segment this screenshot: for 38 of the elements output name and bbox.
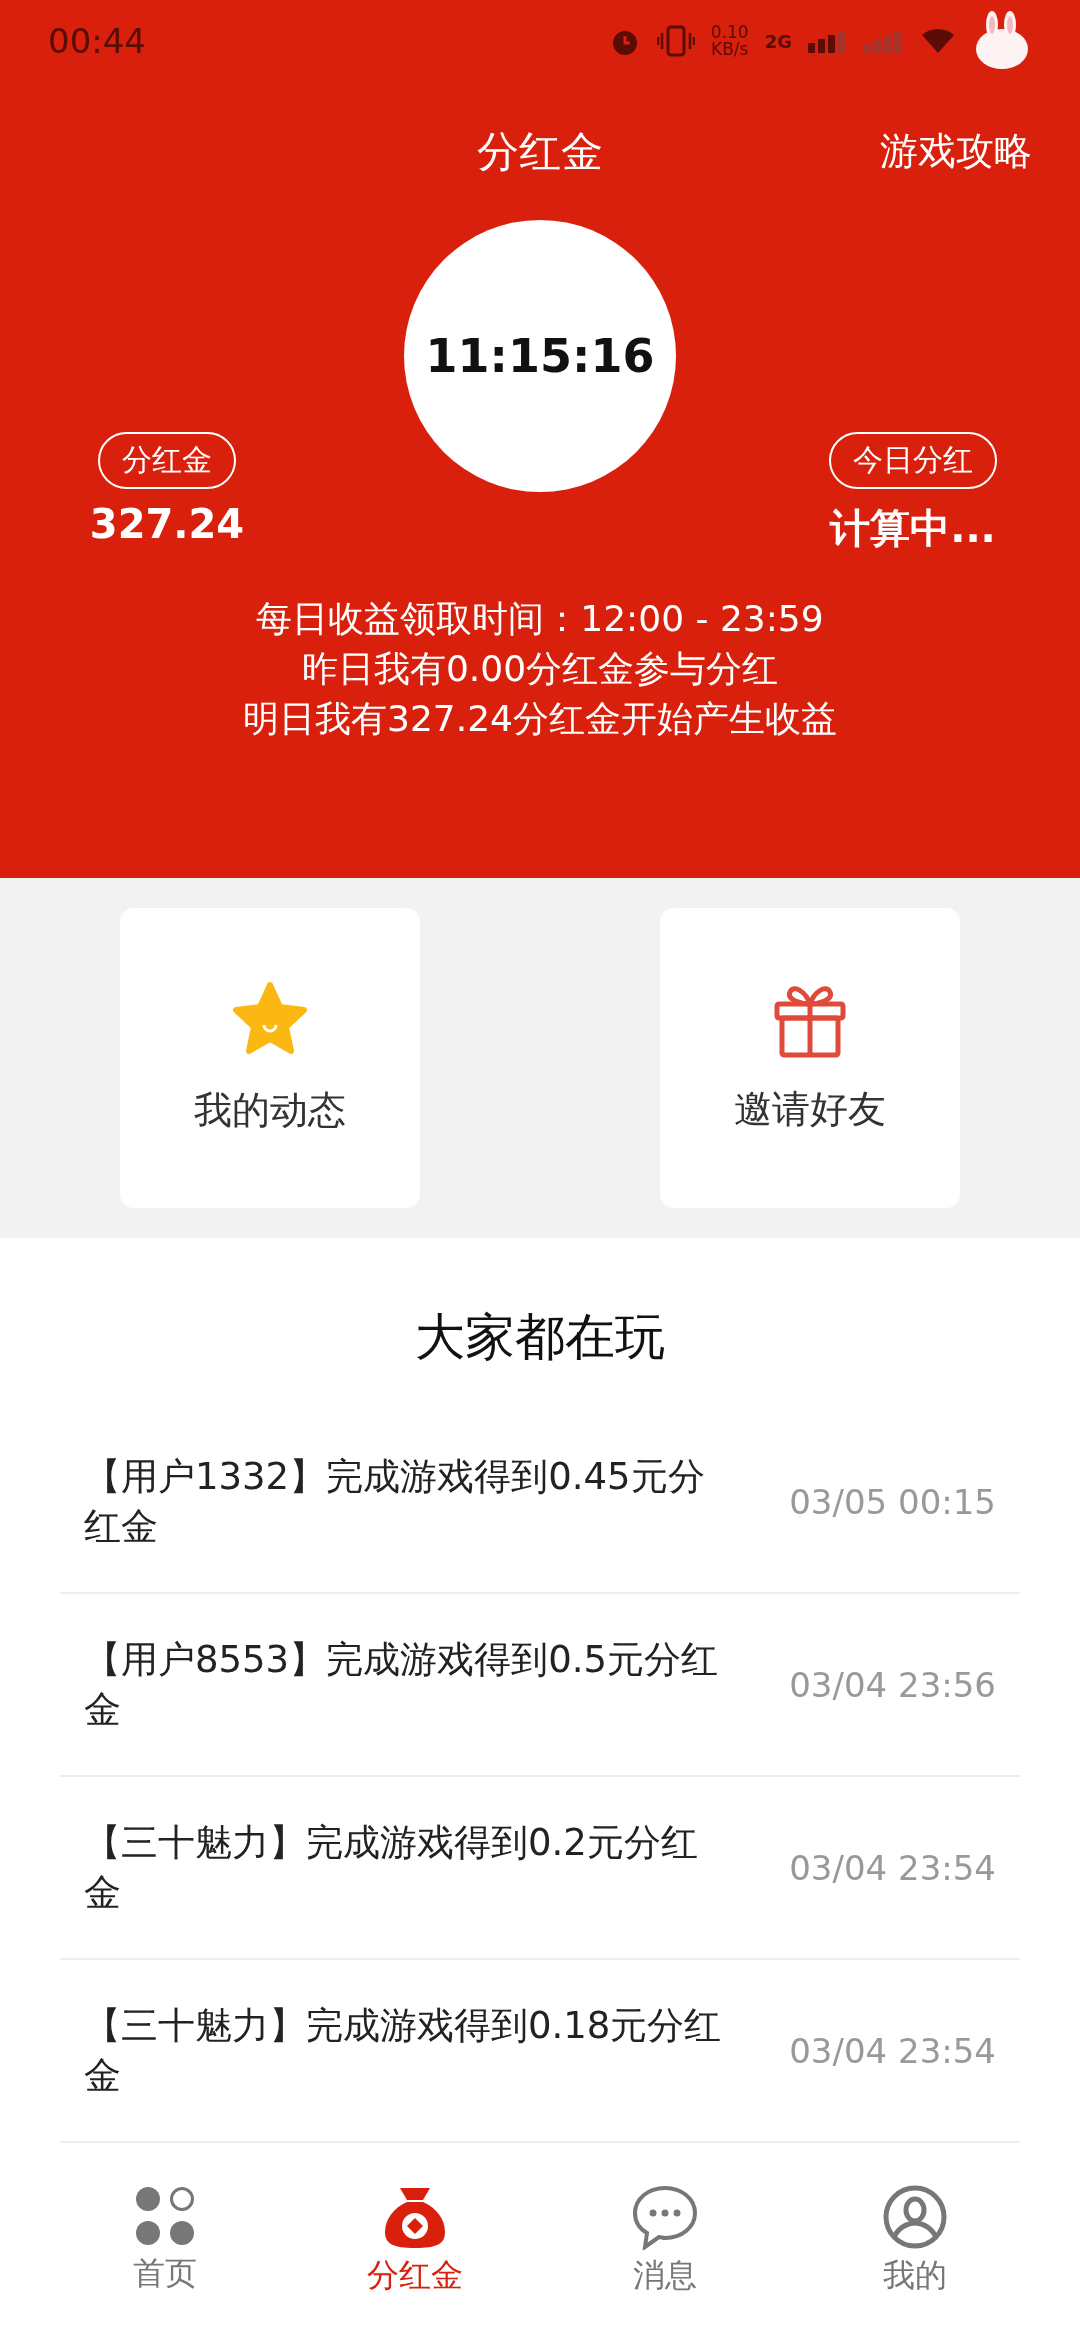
vibrate-icon	[656, 25, 695, 57]
grid-icon	[133, 2184, 197, 2248]
tab-item[interactable]: 首页	[75, 2170, 255, 2340]
section-title: 大家都在玩	[414, 1307, 666, 1368]
shortcut-card[interactable]: 邀请好友	[660, 908, 960, 1208]
tab-item[interactable]: 消息	[575, 2170, 755, 2340]
signal-icon	[864, 29, 904, 53]
activity-text: 【用户8553】完成游戏得到0.5元分红金	[84, 1636, 719, 1733]
chat-icon	[631, 2184, 699, 2250]
page-title: 分红金	[477, 126, 603, 178]
activity-time: 03/05 00:15	[789, 1481, 996, 1522]
signal-icon	[808, 29, 848, 53]
guide-link[interactable]: 游戏攻略	[880, 126, 1032, 177]
tab-item[interactable]: 分红金	[325, 2170, 505, 2340]
net-speed: 0.10	[710, 24, 749, 41]
shortcut-label: 我的动态	[194, 1086, 346, 1134]
stat-value: 327.24	[89, 501, 245, 547]
activity-time: 03/04 23:54	[789, 1847, 996, 1888]
status-time: 00:44	[48, 21, 146, 61]
activity-time: 03/04 23:56	[789, 1664, 996, 1705]
stat-label: 分红金	[98, 432, 236, 489]
activity-time: 03/04 23:54	[789, 2030, 996, 2071]
user-icon	[882, 2184, 948, 2250]
tab-item[interactable]: 我的	[825, 2170, 1005, 2340]
wifi-icon	[920, 27, 956, 55]
network-type: 2G	[764, 30, 792, 52]
shortcut-card[interactable]: 我的动态	[120, 908, 420, 1208]
activity-text: 【用户1332】完成游戏得到0.45元分红金	[84, 1453, 706, 1550]
activity-text: 【三十魅力】完成游戏得到0.2元分红金	[84, 1819, 699, 1916]
net-unit: KB/s	[711, 41, 749, 58]
info-text: 明日我有327.24分红金开始产生收益	[243, 697, 837, 741]
shortcut-label: 邀请好友	[734, 1085, 886, 1133]
info-text: 每日收益领取时间：12:00 - 23:59	[256, 597, 824, 641]
activity-text: 【三十魅力】完成游戏得到0.18元分红金	[84, 2002, 723, 2099]
info-text: 昨日我有0.00分红金参与分红	[301, 647, 779, 691]
stat-value: 计算中...	[830, 504, 996, 553]
stat-label: 今日分红	[829, 432, 997, 489]
countdown-timer: 11:15:16	[404, 220, 676, 492]
